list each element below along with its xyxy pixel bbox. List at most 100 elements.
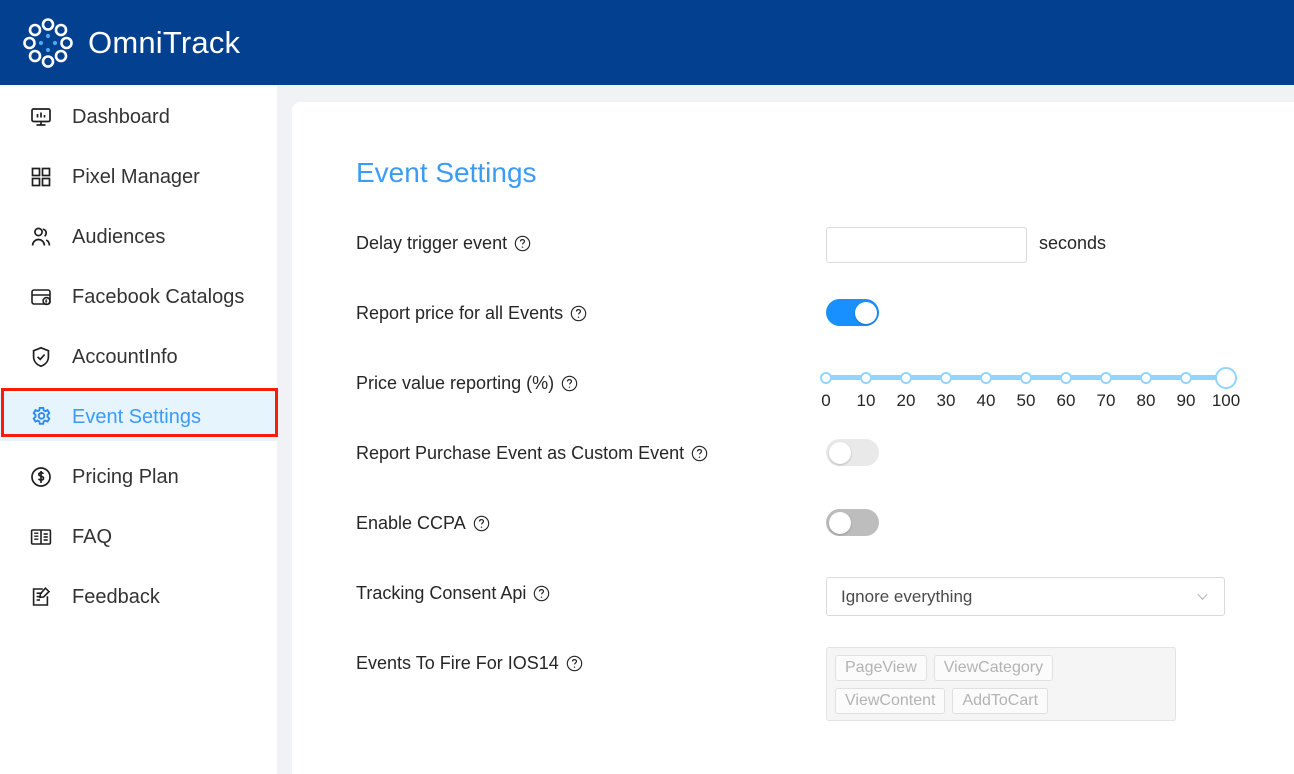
label-text: Price value reporting (%)	[356, 373, 555, 393]
toggle-knob	[828, 441, 851, 464]
sidebar-item-dashboard[interactable]: Dashboard	[0, 93, 277, 141]
app-header: OmniTrack	[0, 0, 1294, 85]
question-circle-icon[interactable]	[566, 655, 583, 672]
question-circle-icon[interactable]	[691, 445, 708, 462]
tracking-consent-api-select[interactable]: Ignore everything	[826, 577, 1225, 616]
label-text: Delay trigger event	[356, 233, 508, 253]
sidebar-item-label: Audiences	[72, 225, 166, 248]
question-circle-icon[interactable]	[514, 235, 531, 252]
sidebar-item-label: Event Settings	[72, 405, 201, 428]
row-events-to-fire-ios14: Events To Fire For IOS14 PageView ViewCat…	[292, 647, 1294, 721]
slider-mark	[1100, 371, 1112, 384]
slider-tick-labels: 0 10 20 30 40 50 60 70 80 90 100	[821, 391, 1240, 415]
question-circle-icon[interactable]	[473, 515, 490, 532]
open-book-icon	[28, 524, 54, 550]
field-report-price-all-events	[826, 297, 1294, 326]
sidebar-item-facebook-catalogs[interactable]: Facebook Catalogs	[0, 273, 277, 321]
gear-icon	[28, 404, 54, 430]
sidebar-item-label: Dashboard	[72, 105, 170, 128]
slider-tick-label: 20	[896, 391, 916, 410]
app-root: OmniTrack Dashboard Pixel Manager Audien…	[0, 0, 1294, 774]
field-price-value-reporting: 0 10 20 30 40 50 60 70 80 90 100	[820, 366, 1294, 415]
sidebar-item-pixel-manager[interactable]: Pixel Manager	[0, 153, 277, 201]
event-settings-form: Delay trigger event seconds Report price…	[292, 227, 1294, 721]
event-chip[interactable]: ViewCategory	[933, 655, 1054, 681]
sidebar-item-label: Pricing Plan	[72, 465, 179, 488]
row-delay-trigger-event: Delay trigger event seconds	[292, 227, 1294, 297]
content-panel: Event Settings Delay trigger event secon…	[292, 102, 1294, 774]
slider-tick-label: 80	[1136, 391, 1156, 410]
slider-tick-label: 70	[1096, 391, 1116, 410]
event-chip[interactable]: ViewContent	[835, 688, 946, 714]
report-purchase-custom-toggle[interactable]	[826, 439, 879, 466]
slider-mark	[940, 371, 952, 384]
row-enable-ccpa: Enable CCPA	[292, 507, 1294, 577]
sidebar-item-label: AccountInfo	[72, 345, 178, 368]
slider-tick-label: 100	[1211, 391, 1241, 410]
enable-ccpa-toggle[interactable]	[826, 509, 879, 536]
slider-mark	[1060, 371, 1072, 384]
shield-check-icon	[28, 344, 54, 370]
slider-tick-label: 10	[856, 391, 876, 410]
sidebar-item-label: Facebook Catalogs	[72, 285, 245, 308]
event-chip[interactable]: AddToCart	[952, 688, 1049, 714]
event-chip[interactable]: PageView	[835, 655, 927, 681]
label-tracking-consent-api: Tracking Consent Api	[356, 577, 826, 604]
slider-mark	[820, 371, 832, 384]
slider-mark	[860, 371, 872, 384]
monitor-chart-icon	[28, 104, 54, 130]
body-area: Dashboard Pixel Manager Audiences Facebo…	[0, 85, 1294, 774]
delay-trigger-input[interactable]	[826, 227, 1027, 263]
sidebar-item-label: Pixel Manager	[72, 165, 200, 188]
slider-tick-label: 90	[1176, 391, 1196, 410]
label-enable-ccpa: Enable CCPA	[356, 507, 826, 534]
sidebar-item-accountinfo[interactable]: AccountInfo	[0, 333, 277, 381]
slider-mark	[1140, 371, 1152, 384]
question-circle-icon[interactable]	[570, 305, 587, 322]
grid-squares-icon	[28, 164, 54, 190]
sidebar-item-faq[interactable]: FAQ	[0, 513, 277, 561]
slider-tick-label: 40	[976, 391, 996, 410]
sidebar-item-label: FAQ	[72, 525, 113, 548]
sidebar-nav: Dashboard Pixel Manager Audiences Facebo…	[0, 85, 278, 774]
question-circle-icon[interactable]	[533, 585, 550, 602]
field-report-purchase-as-custom	[826, 437, 1294, 466]
catalog-facebook-icon	[28, 284, 54, 310]
slider-track[interactable]	[820, 366, 1237, 389]
field-events-to-fire-ios14: PageView ViewCategory ViewContent AddToCart	[826, 647, 1294, 721]
sidebar-item-audiences[interactable]: Audiences	[0, 213, 277, 261]
slider-mark	[1020, 371, 1032, 384]
label-text: Enable CCPA	[356, 513, 466, 533]
question-circle-icon[interactable]	[561, 375, 578, 392]
field-delay-trigger-event: seconds	[826, 227, 1294, 263]
page-title: Event Settings	[356, 157, 537, 188]
price-value-slider[interactable]: 0 10 20 30 40 50 60 70 80 90 100	[820, 366, 1240, 415]
toggle-knob	[854, 301, 877, 324]
report-price-toggle[interactable]	[826, 299, 879, 326]
row-tracking-consent-api: Tracking Consent Api Ignore everything	[292, 577, 1294, 647]
slider-mark	[1180, 371, 1192, 384]
edit-note-icon	[28, 584, 54, 610]
field-enable-ccpa	[826, 507, 1294, 536]
label-text: Tracking Consent Api	[356, 583, 527, 603]
row-report-price-all-events: Report price for all Events	[292, 297, 1294, 367]
label-text: Report Purchase Event as Custom Event	[356, 443, 685, 463]
slider-mark	[900, 371, 912, 384]
sidebar-item-pricing-plan[interactable]: Pricing Plan	[0, 453, 277, 501]
label-report-price-all-events: Report price for all Events	[356, 297, 826, 324]
slider-handle[interactable]	[1215, 366, 1237, 389]
events-to-fire-multiselect[interactable]: PageView ViewCategory ViewContent AddToCart	[826, 647, 1176, 721]
dotted-ring-logo-icon	[22, 17, 74, 69]
sidebar-item-event-settings[interactable]: Event Settings	[0, 393, 277, 441]
row-report-purchase-as-custom: Report Purchase Event as Custom Event	[292, 437, 1294, 507]
slider-tick-label: 60	[1056, 391, 1076, 410]
sidebar-item-feedback[interactable]: Feedback	[0, 573, 277, 621]
row-price-value-reporting: Price value reporting (%) 0 10 20 30 40 …	[292, 366, 1294, 437]
label-text: Events To Fire For IOS14	[356, 653, 559, 673]
label-price-value-reporting: Price value reporting (%)	[356, 367, 826, 394]
slider-tick-label: 0	[821, 391, 831, 410]
toggle-knob	[828, 511, 851, 534]
slider-mark	[980, 371, 992, 384]
slider-tick-label: 30	[936, 391, 956, 410]
seconds-suffix-label: seconds	[1039, 233, 1107, 253]
